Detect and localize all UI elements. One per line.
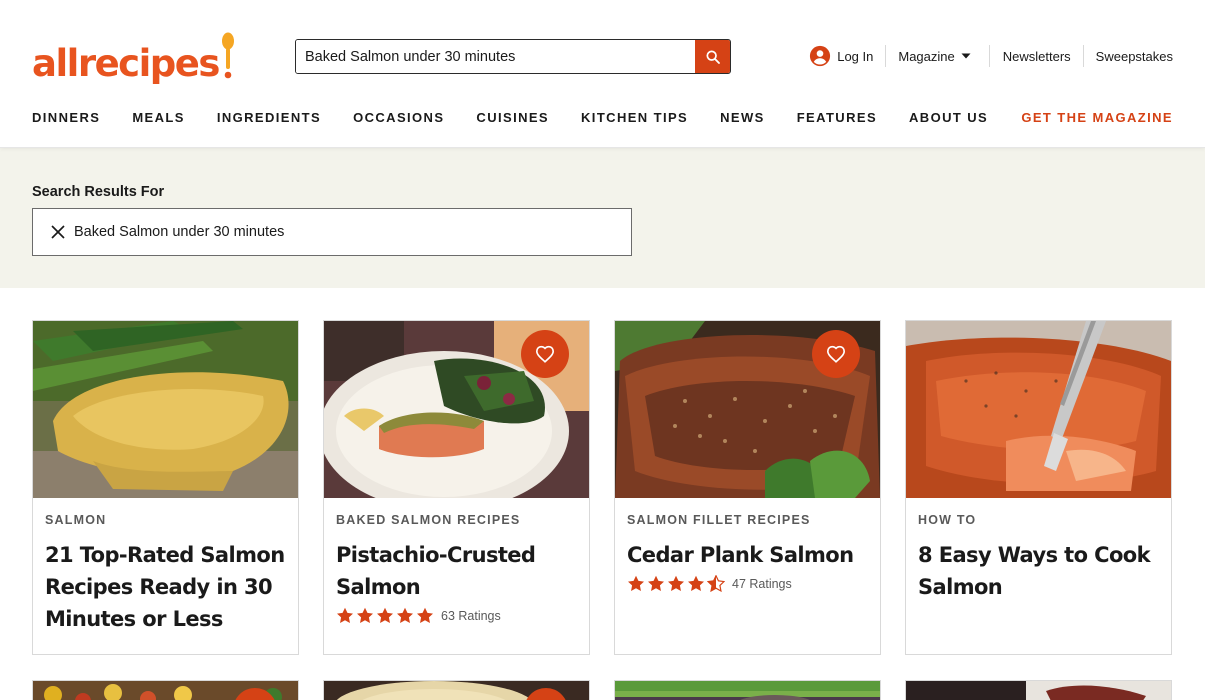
nav-item-meals[interactable]: MEALS — [132, 110, 185, 125]
asparagus-salmon-image — [615, 681, 880, 700]
star-icon — [648, 575, 664, 591]
search-results-query: Baked Salmon under 30 minutes — [74, 224, 285, 240]
login-label: Log In — [837, 48, 874, 64]
nav-item-occasions[interactable]: OCCASIONS — [353, 110, 444, 125]
close-icon[interactable] — [50, 224, 66, 240]
sweepstakes-link[interactable]: Sweepstakes — [1084, 45, 1173, 67]
star-icon — [397, 607, 413, 623]
heart-icon — [826, 345, 846, 363]
search-results-band: Search Results For Baked Salmon under 30… — [0, 148, 1205, 288]
cooked-salmon-fork-image — [906, 321, 1171, 498]
result-card[interactable]: HOW TO 8 Easy Ways to Cook Salmon — [905, 320, 1172, 655]
card-category: SALMON — [45, 513, 107, 527]
results-grid: SALMON 21 Top-Rated Salmon Recipes Ready… — [32, 320, 1173, 700]
card-category: SALMON FILLET RECIPES — [627, 513, 811, 527]
ratings-count: 63 Ratings — [441, 608, 501, 623]
logo-wordmark: allrecipes — [32, 42, 220, 85]
caret-down-icon — [961, 53, 971, 59]
utility-nav: Log In Magazine Newsletters Sweepstakes — [809, 42, 1173, 70]
nav-item-ingredients[interactable]: INGREDIENTS — [217, 110, 321, 125]
rating: 47 Ratings — [627, 575, 868, 592]
star-icon — [688, 575, 704, 591]
star-rating — [336, 607, 434, 624]
result-card[interactable]: SALMON FILLET RECIPES Cedar Plank Salmon… — [614, 320, 881, 655]
card-category: HOW TO — [918, 513, 977, 527]
newsletters-link[interactable]: Newsletters — [990, 45, 1084, 67]
newsletters-label: Newsletters — [1002, 48, 1071, 64]
nav-item-cuisines[interactable]: CUISINES — [476, 110, 549, 125]
star-icon — [417, 607, 433, 623]
star-icon — [377, 607, 393, 623]
search-box — [295, 39, 731, 74]
allrecipes-logo[interactable]: allrecipes — [32, 30, 235, 82]
result-card[interactable] — [905, 680, 1172, 700]
ratings-count: 47 Ratings — [732, 576, 792, 591]
search-icon — [705, 49, 720, 64]
star-icon — [337, 607, 353, 623]
result-card[interactable] — [32, 680, 299, 700]
star-icon — [628, 575, 644, 591]
card-category: BAKED SALMON RECIPES — [336, 513, 521, 527]
magazine-label: Magazine — [898, 48, 955, 64]
star-half-icon — [707, 575, 725, 592]
star-icon — [357, 607, 373, 623]
nav-item-features[interactable]: FEATURES — [797, 110, 877, 125]
rating: 63 Ratings — [336, 607, 577, 624]
get-magazine-link[interactable]: GET THE MAGAZINE — [1021, 110, 1173, 125]
account-icon — [810, 45, 831, 67]
site-header: allrecipes Log In Magazine — [0, 0, 1205, 148]
save-recipe-button[interactable] — [812, 330, 860, 378]
nav-item-kitchen-tips[interactable]: KITCHEN TIPS — [581, 110, 688, 125]
result-card[interactable]: BAKED SALMON RECIPES Pistachio-Crusted S… — [323, 320, 590, 655]
search-button[interactable] — [695, 40, 730, 73]
save-recipe-button[interactable] — [521, 330, 569, 378]
star-rating — [627, 575, 725, 592]
result-card[interactable] — [323, 680, 590, 700]
magazine-dropdown[interactable]: Magazine — [886, 45, 990, 67]
search-results-label: Search Results For — [32, 184, 165, 200]
heart-icon — [535, 345, 555, 363]
search-results-field[interactable]: Baked Salmon under 30 minutes — [32, 208, 632, 256]
result-card[interactable]: SALMON 21 Top-Rated Salmon Recipes Ready… — [32, 320, 299, 655]
card-title: Cedar Plank Salmon — [627, 543, 854, 567]
salmon-dish-image — [33, 321, 298, 498]
search-input[interactable] — [296, 40, 695, 73]
star-icon — [668, 575, 684, 591]
result-card[interactable] — [614, 680, 881, 700]
card-title: Pistachio-Crusted Salmon — [336, 543, 536, 599]
nav-item-dinners[interactable]: DINNERS — [32, 110, 100, 125]
card-title: 21 Top-Rated Salmon Recipes Ready in 30 … — [45, 543, 285, 631]
salmon-dish-image — [906, 681, 1171, 700]
main-nav: DINNERS MEALS INGREDIENTS OCCASIONS CUIS… — [32, 110, 1020, 125]
spoon-icon — [221, 32, 234, 79]
login-link[interactable]: Log In — [809, 45, 887, 67]
card-title: 8 Easy Ways to Cook Salmon — [918, 543, 1151, 599]
nav-item-news[interactable]: NEWS — [720, 110, 765, 125]
sweepstakes-label: Sweepstakes — [1095, 48, 1173, 64]
nav-item-about-us[interactable]: ABOUT US — [909, 110, 988, 125]
